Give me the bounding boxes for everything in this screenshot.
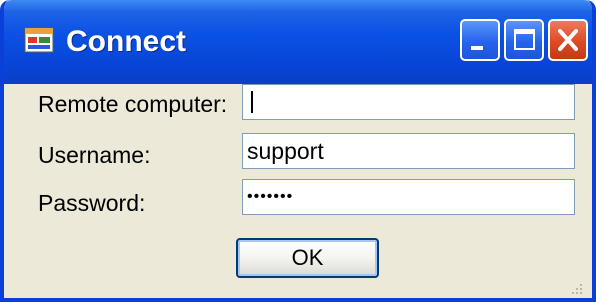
resize-grip-icon[interactable]	[566, 280, 584, 298]
close-button[interactable]	[548, 19, 588, 61]
app-window-icon	[24, 27, 54, 53]
username-input[interactable]	[242, 133, 575, 169]
window-title: Connect	[66, 25, 186, 58]
minimize-icon	[471, 46, 483, 50]
ok-button[interactable]: OK	[236, 238, 379, 278]
password-label: Password:	[38, 190, 146, 216]
remote-computer-label: Remote computer:	[38, 91, 228, 117]
text-caret	[251, 91, 253, 113]
username-label: Username:	[38, 142, 151, 168]
title-bar[interactable]: Connect	[4, 0, 592, 84]
maximize-icon	[514, 29, 535, 50]
minimize-button[interactable]	[460, 19, 500, 61]
maximize-button[interactable]	[504, 19, 544, 61]
close-icon	[558, 29, 578, 51]
remote-computer-input[interactable]	[242, 84, 575, 120]
password-input[interactable]	[242, 179, 575, 215]
